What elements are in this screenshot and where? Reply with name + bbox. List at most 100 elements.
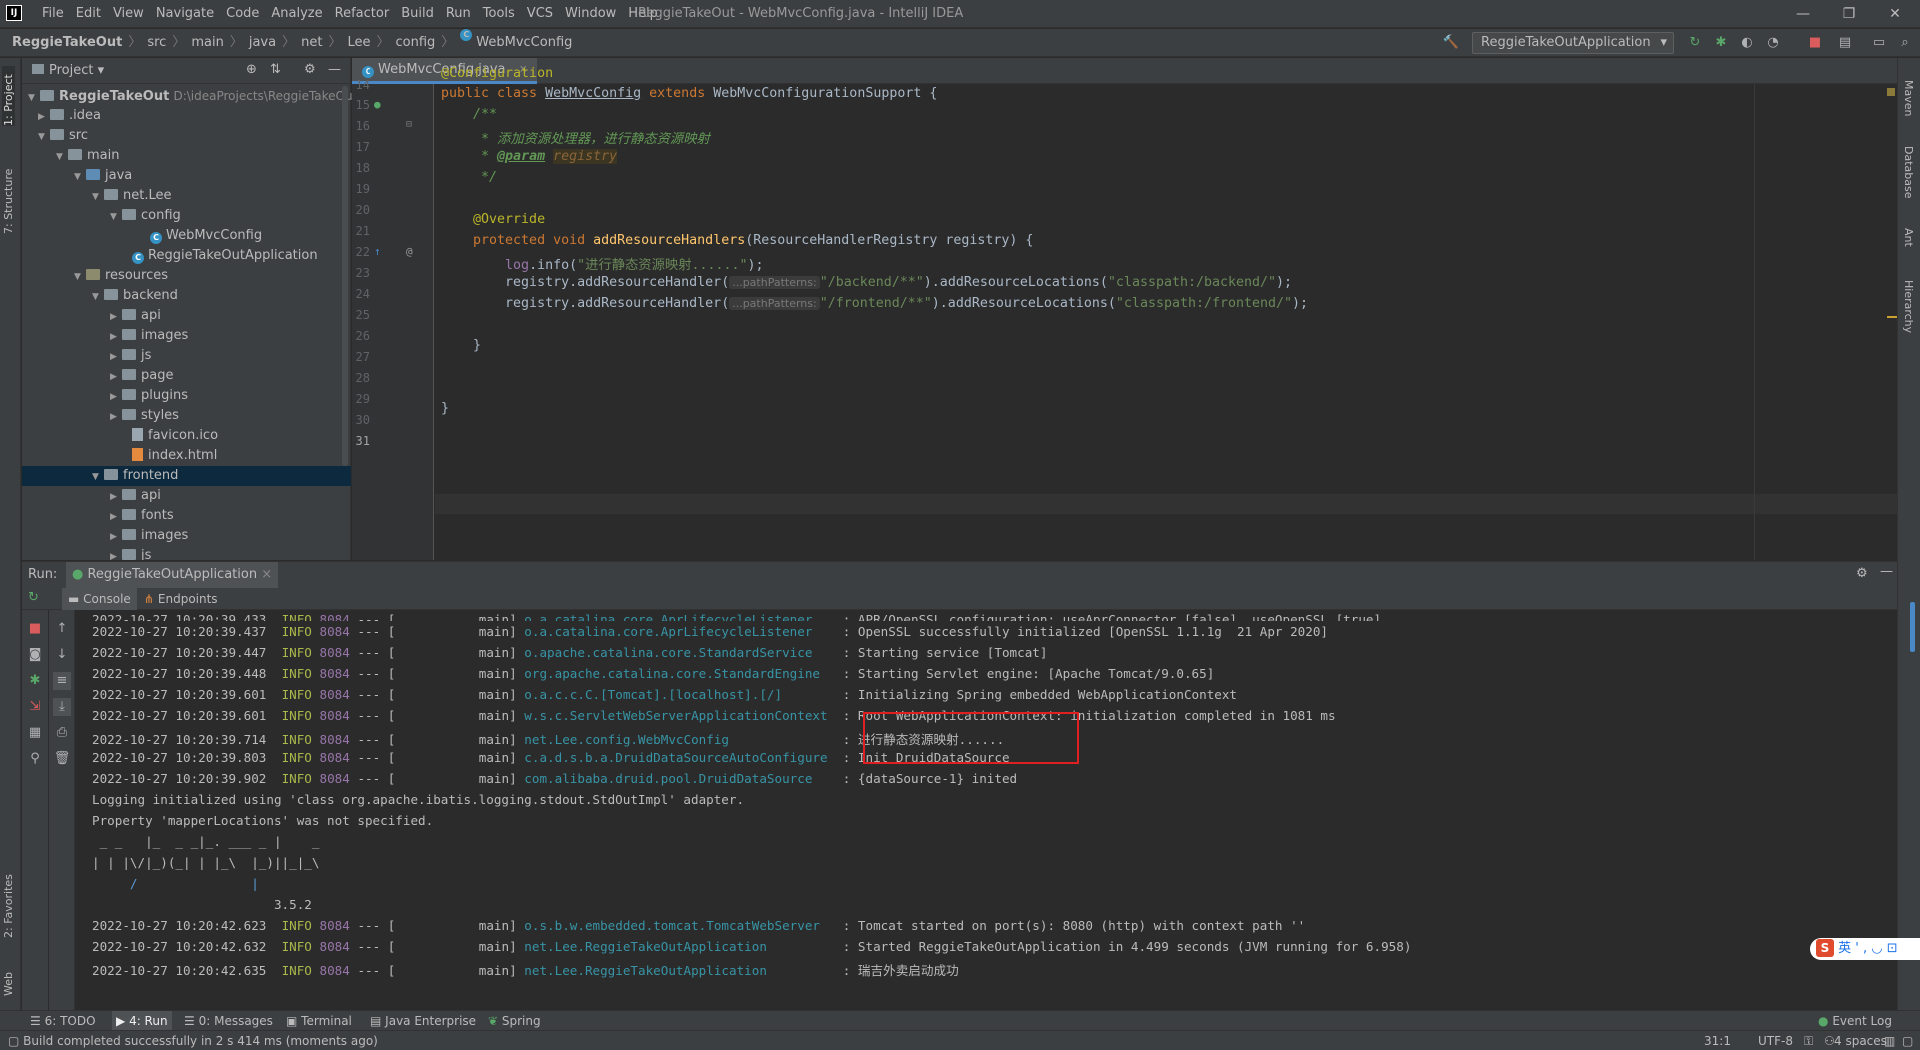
tab-messages[interactable]: ☰ 0: Messages bbox=[184, 1011, 273, 1031]
tab-web[interactable]: Web bbox=[2, 956, 15, 996]
menu-file[interactable]: File bbox=[36, 0, 70, 28]
tree-item-root[interactable]: ▼ ReggieTakeOut D:\ideaProjects\ReggieTak… bbox=[22, 86, 357, 106]
event-log-button[interactable]: ● Event Log bbox=[1818, 1011, 1892, 1031]
bean-gutter-icon[interactable]: ● bbox=[374, 98, 381, 111]
notifications-icon[interactable]: ▢ bbox=[1902, 1031, 1913, 1050]
menu-edit[interactable]: Edit bbox=[70, 0, 107, 28]
menu-vcs[interactable]: VCS bbox=[521, 0, 559, 28]
coverage-icon[interactable]: ◐ bbox=[1738, 34, 1756, 52]
tree-item-frontend-api[interactable]: ▶ api bbox=[22, 486, 351, 506]
menu-code[interactable]: Code bbox=[220, 0, 265, 28]
up-arrow-icon[interactable]: ↑ bbox=[53, 620, 71, 638]
tab-endpoints[interactable]: ⋔ Endpoints bbox=[144, 588, 218, 610]
gear-icon[interactable]: ⚙ bbox=[304, 62, 316, 77]
breadcrumb-main[interactable]: main bbox=[191, 29, 223, 57]
project-scrollbar[interactable] bbox=[342, 86, 348, 466]
tree-item-frontend-fonts[interactable]: ▶ fonts bbox=[22, 506, 351, 526]
pin-icon[interactable]: ⚲ bbox=[26, 750, 44, 768]
down-arrow-icon[interactable]: ↓ bbox=[53, 646, 71, 664]
collapse-all-icon[interactable]: ⇅ bbox=[270, 62, 281, 77]
breadcrumb-net[interactable]: net bbox=[301, 29, 322, 57]
tree-item-backend-page[interactable]: ▶ page bbox=[22, 366, 351, 386]
breadcrumb-project[interactable]: ReggieTakeOut bbox=[12, 29, 122, 57]
close-window-button[interactable]: ✕ bbox=[1872, 0, 1918, 28]
tab-terminal[interactable]: ▣ Terminal bbox=[286, 1011, 352, 1031]
stop-icon[interactable]: ■ bbox=[1806, 34, 1824, 52]
tree-item-backend-styles[interactable]: ▶ styles bbox=[22, 406, 351, 426]
rerun-icon[interactable]: ↻ bbox=[1686, 34, 1704, 52]
gear-icon[interactable]: ⚙ bbox=[1856, 566, 1868, 581]
menu-build[interactable]: Build bbox=[395, 0, 440, 28]
breadcrumb-java[interactable]: java bbox=[249, 29, 276, 57]
console-scrollbar[interactable] bbox=[1910, 602, 1915, 652]
breadcrumb-lee[interactable]: Lee bbox=[347, 29, 370, 57]
tab-project[interactable]: 1: Project bbox=[2, 66, 15, 126]
run-config-tab[interactable]: ● ReggieTakeOutApplication × bbox=[66, 562, 279, 588]
exit-icon[interactable]: ⇲ bbox=[26, 698, 44, 716]
menu-refactor[interactable]: Refactor bbox=[329, 0, 396, 28]
layout-icon[interactable]: ▦ bbox=[26, 724, 44, 742]
tab-hierarchy[interactable]: Hierarchy bbox=[1902, 280, 1915, 333]
hide-icon[interactable]: — bbox=[328, 62, 341, 77]
status-message[interactable]: ▢ Build completed successfully in 2 s 41… bbox=[8, 1031, 378, 1050]
breadcrumb-src[interactable]: src bbox=[147, 29, 166, 57]
lock-icon[interactable]: ⚿ bbox=[1804, 1031, 1813, 1050]
hide-icon[interactable]: — bbox=[1880, 564, 1893, 579]
tab-favorites[interactable]: 2: Favorites bbox=[2, 858, 15, 938]
rerun-icon[interactable]: ↻ bbox=[28, 590, 39, 605]
tree-item-backend-api[interactable]: ▶ api bbox=[22, 306, 351, 326]
stop-icon[interactable]: ■ bbox=[26, 620, 44, 638]
override-gutter-icon[interactable]: ↑ bbox=[374, 245, 381, 258]
tab-database[interactable]: Database bbox=[1902, 146, 1915, 199]
project-structure-icon[interactable]: ▤ bbox=[1836, 34, 1854, 52]
tree-item-backend[interactable]: ▼ backend bbox=[22, 286, 351, 306]
menu-window[interactable]: Window bbox=[559, 0, 622, 28]
tab-structure[interactable]: 7: Structure bbox=[2, 154, 15, 234]
minimize-button[interactable]: — bbox=[1780, 0, 1826, 28]
inspection-status-icon[interactable] bbox=[1887, 88, 1895, 96]
debug-icon[interactable]: ✱ bbox=[1712, 34, 1730, 52]
tab-spring[interactable]: ❦ Spring bbox=[488, 1011, 541, 1031]
tree-item-src[interactable]: ▼ src bbox=[22, 126, 351, 146]
maximize-button[interactable]: ❐ bbox=[1826, 0, 1872, 28]
tree-item-backend-images[interactable]: ▶ images bbox=[22, 326, 351, 346]
run-configuration-select[interactable]: ReggieTakeOutApplication ▾ bbox=[1472, 32, 1674, 54]
indent-setting[interactable]: 4 spaces bbox=[1834, 1031, 1887, 1050]
tab-maven[interactable]: Maven bbox=[1902, 80, 1915, 116]
tree-item-config[interactable]: ▼ config bbox=[22, 206, 351, 226]
soft-wrap-icon[interactable]: ≡ bbox=[53, 672, 71, 690]
tree-item-backend-plugins[interactable]: ▶ plugins bbox=[22, 386, 351, 406]
tree-item-application[interactable]: C ReggieTakeOutApplication bbox=[22, 246, 351, 266]
tab-java-enterprise[interactable]: ▤ Java Enterprise bbox=[370, 1011, 476, 1031]
tree-item-backend-js[interactable]: ▶ js bbox=[22, 346, 351, 366]
tab-run[interactable]: ▶ 4: Run bbox=[112, 1011, 172, 1031]
menu-analyze[interactable]: Analyze bbox=[265, 0, 328, 28]
tree-item-frontend[interactable]: ▼ frontend bbox=[22, 466, 351, 486]
breadcrumb-config[interactable]: config bbox=[395, 29, 435, 57]
breadcrumb-class[interactable]: WebMvcConfig bbox=[476, 29, 572, 57]
trash-icon[interactable]: 🗑 bbox=[53, 750, 71, 768]
print-icon[interactable]: ⎙ bbox=[53, 724, 71, 742]
project-view-select[interactable]: Project ▾ bbox=[32, 58, 104, 84]
debug-icon[interactable]: ✱ bbox=[26, 672, 44, 690]
camera-icon[interactable]: ◙ bbox=[26, 646, 44, 664]
tree-item-favicon[interactable]: favicon.ico bbox=[22, 426, 351, 446]
search-everywhere-icon[interactable]: ⌕ bbox=[1896, 34, 1914, 52]
ime-indicator[interactable]: S 英 ' , ◡ ⊡ bbox=[1810, 938, 1920, 960]
menu-tools[interactable]: Tools bbox=[477, 0, 521, 28]
tab-todo[interactable]: ☰ 6: TODO bbox=[30, 1011, 96, 1031]
tree-item-frontend-images[interactable]: ▶ images bbox=[22, 526, 351, 546]
code-editor[interactable]: C WebMvcConfig.java × 14 15 16 17 18 19 2… bbox=[352, 58, 1897, 560]
file-encoding[interactable]: UTF-8 bbox=[1758, 1031, 1793, 1050]
profile-icon[interactable]: ◔ bbox=[1764, 34, 1782, 52]
tree-item-webmvcconfig[interactable]: C WebMvcConfig bbox=[22, 226, 351, 246]
layout-icon[interactable]: ▭ bbox=[1870, 34, 1888, 52]
scroll-to-end-icon[interactable]: ⤓ bbox=[53, 698, 71, 716]
fold-icon[interactable]: ⊟ bbox=[406, 119, 412, 130]
build-hammer-icon[interactable]: 🔨 bbox=[1442, 34, 1460, 52]
tree-item-idea[interactable]: ▶ .idea bbox=[22, 106, 351, 126]
tree-item-index-html[interactable]: index.html bbox=[22, 446, 351, 466]
menu-view[interactable]: View bbox=[107, 0, 150, 28]
tab-ant[interactable]: Ant bbox=[1902, 228, 1915, 247]
tree-item-java[interactable]: ▼ java bbox=[22, 166, 351, 186]
